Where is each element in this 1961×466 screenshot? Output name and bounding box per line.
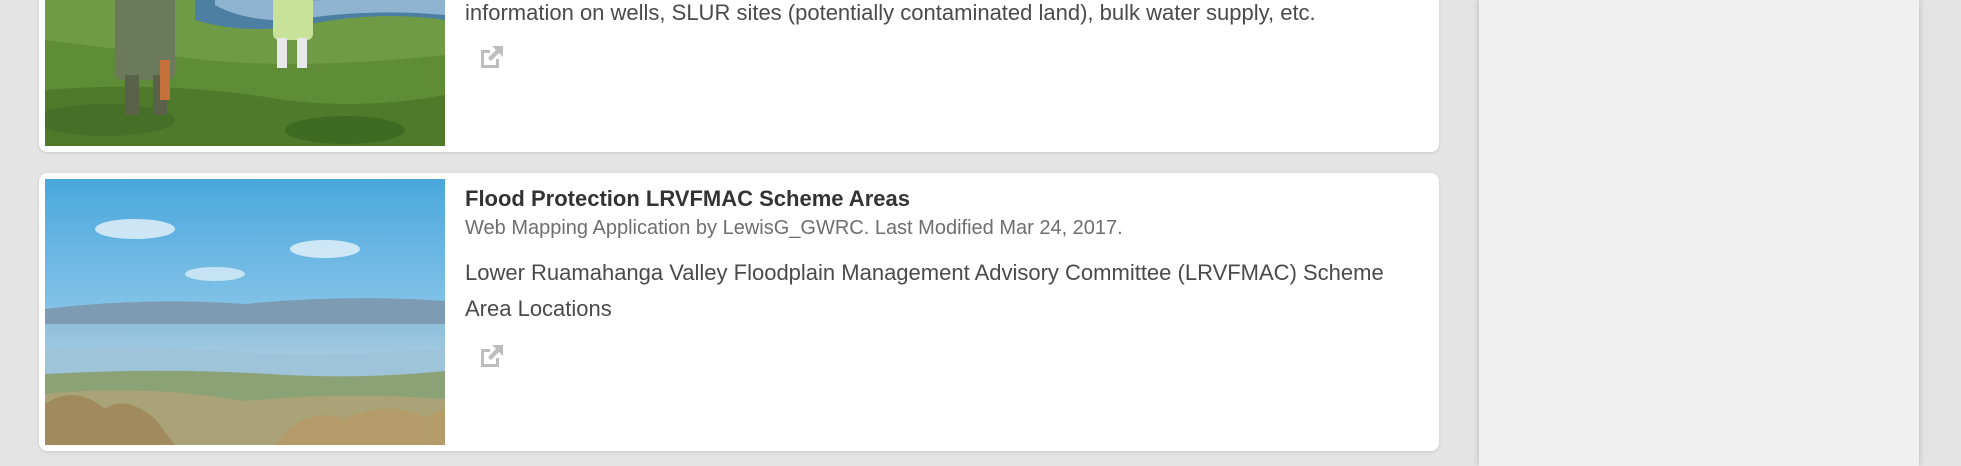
- item-card: information on wells, SLUR sites (potent…: [39, 0, 1439, 152]
- item-card: Flood Protection LRVFMAC Scheme Areas We…: [39, 173, 1439, 451]
- item-description: information on wells, SLUR sites (potent…: [465, 0, 1316, 25]
- item-description: Lower Ruamahanga Valley Floodplain Manag…: [465, 260, 1384, 321]
- thumbnail-image-lake-valley: [45, 179, 445, 445]
- item-thumbnail[interactable]: [45, 0, 445, 146]
- thumbnail-image-people-field: [45, 0, 445, 146]
- item-thumbnail[interactable]: [45, 179, 445, 445]
- item-title[interactable]: Flood Protection LRVFMAC Scheme Areas: [465, 184, 1399, 214]
- item-content: Flood Protection LRVFMAC Scheme Areas We…: [465, 184, 1399, 376]
- item-meta: Web Mapping Application by LewisG_GWRC. …: [465, 217, 1123, 239]
- sidebar-panel: [1479, 0, 1919, 466]
- external-link-icon[interactable]: [477, 42, 507, 72]
- page: information on wells, SLUR sites (potent…: [0, 0, 1961, 466]
- item-content: information on wells, SLUR sites (potent…: [465, 0, 1399, 77]
- external-link-icon[interactable]: [477, 341, 507, 371]
